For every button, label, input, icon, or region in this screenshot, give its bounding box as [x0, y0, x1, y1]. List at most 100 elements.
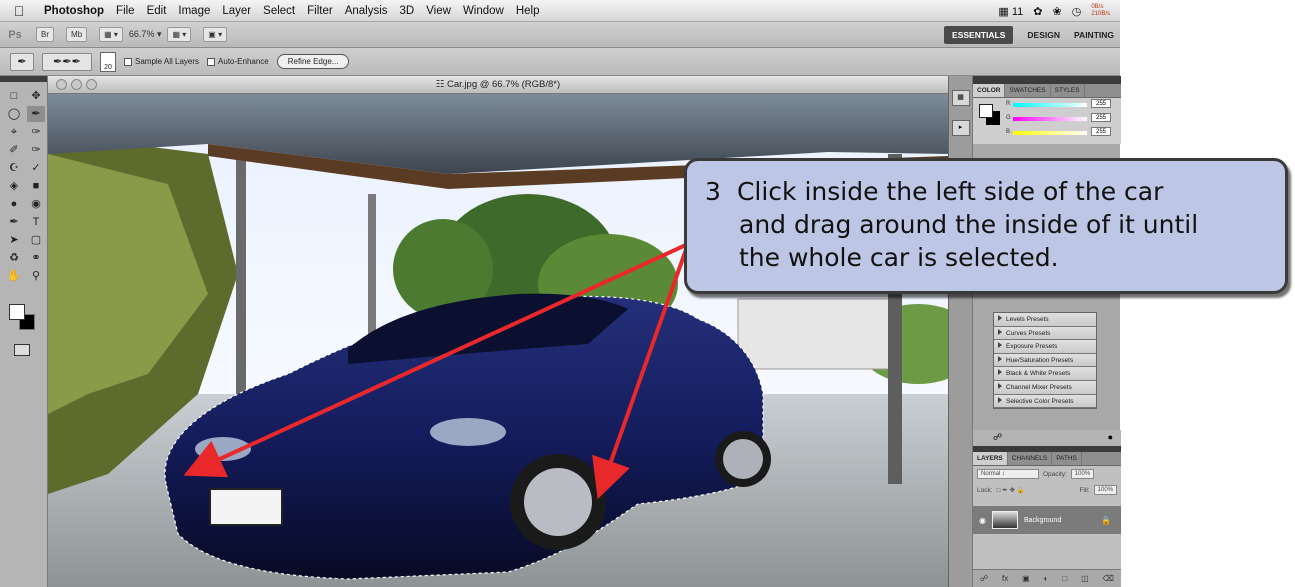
- zoom-window-button[interactable]: [86, 79, 97, 90]
- workspace-essentials[interactable]: ESSENTIALS: [944, 26, 1014, 44]
- path-selection-tool-icon[interactable]: ➤: [5, 232, 23, 248]
- shape-tool-icon[interactable]: ▢: [27, 232, 45, 248]
- status-counter[interactable]: ▦ 11: [998, 5, 1023, 18]
- screen-mode-button[interactable]: ▣ ▾: [203, 27, 228, 42]
- red-slider[interactable]: [1013, 103, 1087, 107]
- blue-slider[interactable]: [1013, 131, 1087, 135]
- view-extras-button[interactable]: ▦ ▾: [99, 27, 123, 42]
- healing-tool-icon[interactable]: ✐: [5, 142, 23, 158]
- move-tool-icon[interactable]: ✥: [27, 88, 45, 104]
- network-monitor[interactable]: 0B/s 210B/s: [1091, 4, 1110, 18]
- menu-3d[interactable]: 3D: [394, 5, 421, 17]
- tab-channels[interactable]: CHANNELS: [1008, 452, 1053, 465]
- preset-selective-color[interactable]: Selective Color Presets: [994, 394, 1096, 409]
- zoom-tool-icon[interactable]: ⚲: [27, 268, 45, 284]
- apple-icon[interactable]: : [0, 3, 38, 19]
- stamp-tool-icon[interactable]: ☪: [5, 160, 23, 176]
- app-icon[interactable]: ✿: [1033, 5, 1042, 18]
- dodge-tool-icon[interactable]: ◉: [27, 196, 45, 212]
- expand-icon: [998, 382, 1002, 389]
- menu-edit[interactable]: Edit: [141, 5, 173, 17]
- menu-help[interactable]: Help: [510, 5, 546, 17]
- foreground-color-swatch[interactable]: [979, 104, 993, 118]
- green-slider[interactable]: [1013, 117, 1087, 121]
- tab-styles[interactable]: STYLES: [1051, 84, 1085, 97]
- menu-select[interactable]: Select: [257, 5, 301, 17]
- crop-tool-icon[interactable]: ⌖: [5, 124, 23, 140]
- menu-analysis[interactable]: Analysis: [339, 5, 394, 17]
- layer-row[interactable]: ◉ Background 🔒: [973, 506, 1121, 534]
- close-window-button[interactable]: [56, 79, 67, 90]
- clip-icon[interactable]: ☍: [993, 432, 1002, 443]
- workspace-painting[interactable]: PAINTING: [1074, 30, 1114, 40]
- new-selection-icon[interactable]: ✒✒✒: [42, 52, 92, 71]
- adjustment-layer-icon[interactable]: ◐: [1044, 574, 1049, 583]
- hand-tool-icon[interactable]: ✋: [5, 268, 23, 284]
- new-layer-icon[interactable]: ◫: [1081, 574, 1089, 583]
- trash-icon[interactable]: ⌫: [1103, 574, 1114, 583]
- add-mask-icon[interactable]: ▣: [1022, 574, 1030, 583]
- gradient-tool-icon[interactable]: ■: [27, 178, 45, 194]
- menu-app[interactable]: Photoshop: [38, 5, 110, 17]
- preset-black-white[interactable]: Black & White Presets: [994, 367, 1096, 381]
- visibility-icon[interactable]: ●: [1108, 432, 1113, 442]
- eye-icon[interactable]: ◉: [979, 516, 986, 525]
- panel-grip[interactable]: [973, 76, 1121, 84]
- 3d-rotate-tool-icon[interactable]: ♻: [5, 250, 23, 266]
- time-machine-icon[interactable]: ◷: [1072, 5, 1082, 18]
- preset-hue-saturation[interactable]: Hue/Saturation Presets: [994, 353, 1096, 368]
- fx-icon[interactable]: fx: [1002, 574, 1008, 583]
- quick-selection-tool-icon[interactable]: ✒: [27, 106, 45, 122]
- new-group-icon[interactable]: □: [1062, 574, 1067, 583]
- link-layers-icon[interactable]: ☍: [980, 574, 988, 583]
- blue-value[interactable]: 255: [1091, 127, 1111, 136]
- history-panel-icon[interactable]: ▦: [951, 90, 970, 106]
- lock-icons[interactable]: □ ✒ ✥ 🔒: [997, 486, 1025, 494]
- pen-tool-icon[interactable]: ✒: [5, 214, 23, 230]
- document-title-bar[interactable]: ☷ Car.jpg @ 66.7% (RGB/8*): [48, 76, 948, 94]
- actions-panel-icon[interactable]: ▸: [951, 120, 970, 136]
- blur-tool-icon[interactable]: ●: [5, 196, 23, 212]
- refine-edge-button[interactable]: Refine Edge...: [276, 54, 350, 69]
- tool-preset-picker[interactable]: ✒: [10, 52, 34, 71]
- minimize-window-button[interactable]: [71, 79, 82, 90]
- type-tool-icon[interactable]: T: [27, 214, 45, 230]
- menu-layer[interactable]: Layer: [216, 5, 257, 17]
- eraser-tool-icon[interactable]: ◈: [5, 178, 23, 194]
- history-brush-tool-icon[interactable]: ✓: [27, 160, 45, 176]
- zoom-level[interactable]: 66.7% ▾: [129, 29, 162, 40]
- opacity-field[interactable]: 100%: [1070, 469, 1095, 479]
- preset-curves[interactable]: Curves Presets: [994, 326, 1096, 341]
- lasso-tool-icon[interactable]: ◯: [5, 106, 23, 122]
- tab-color[interactable]: COLOR: [973, 84, 1006, 97]
- brush-picker[interactable]: 20: [100, 51, 116, 72]
- foreground-color-swatch[interactable]: [9, 304, 25, 320]
- menu-filter[interactable]: Filter: [301, 5, 339, 17]
- arrange-documents-button[interactable]: ▦ ▾: [167, 27, 192, 42]
- preset-exposure[interactable]: Exposure Presets: [994, 340, 1096, 354]
- marquee-tool-icon[interactable]: □: [5, 88, 23, 104]
- tab-paths[interactable]: PATHS: [1052, 452, 1082, 465]
- fill-field[interactable]: 100%: [1093, 485, 1117, 495]
- red-value[interactable]: 255: [1091, 99, 1111, 108]
- menu-image[interactable]: Image: [172, 5, 216, 17]
- eyedropper-tool-icon[interactable]: ✑: [27, 124, 45, 140]
- tab-swatches[interactable]: SWATCHES: [1005, 84, 1051, 97]
- preset-levels[interactable]: Levels Presets: [994, 313, 1096, 327]
- brush-tool-icon[interactable]: ✑: [27, 142, 45, 158]
- 3d-orbit-tool-icon[interactable]: ⚭: [27, 250, 45, 266]
- menu-view[interactable]: View: [420, 5, 457, 17]
- blend-mode-select[interactable]: Normal ↕: [977, 469, 1039, 479]
- menu-file[interactable]: File: [110, 5, 141, 17]
- auto-enhance-checkbox[interactable]: Auto-Enhance: [207, 57, 269, 66]
- tab-layers[interactable]: LAYERS: [973, 452, 1008, 465]
- quick-mask-icon[interactable]: [14, 344, 30, 356]
- workspace-design[interactable]: DESIGN: [1027, 30, 1060, 40]
- sample-all-layers-checkbox[interactable]: Sample All Layers: [124, 57, 199, 66]
- menu-window[interactable]: Window: [457, 5, 510, 17]
- tool-icon[interactable]: ❀: [1052, 5, 1061, 18]
- bridge-button[interactable]: Br: [36, 27, 54, 42]
- mini-bridge-button[interactable]: Mb: [66, 27, 88, 42]
- green-value[interactable]: 255: [1091, 113, 1111, 122]
- preset-channel-mixer[interactable]: Channel Mixer Presets: [994, 380, 1096, 395]
